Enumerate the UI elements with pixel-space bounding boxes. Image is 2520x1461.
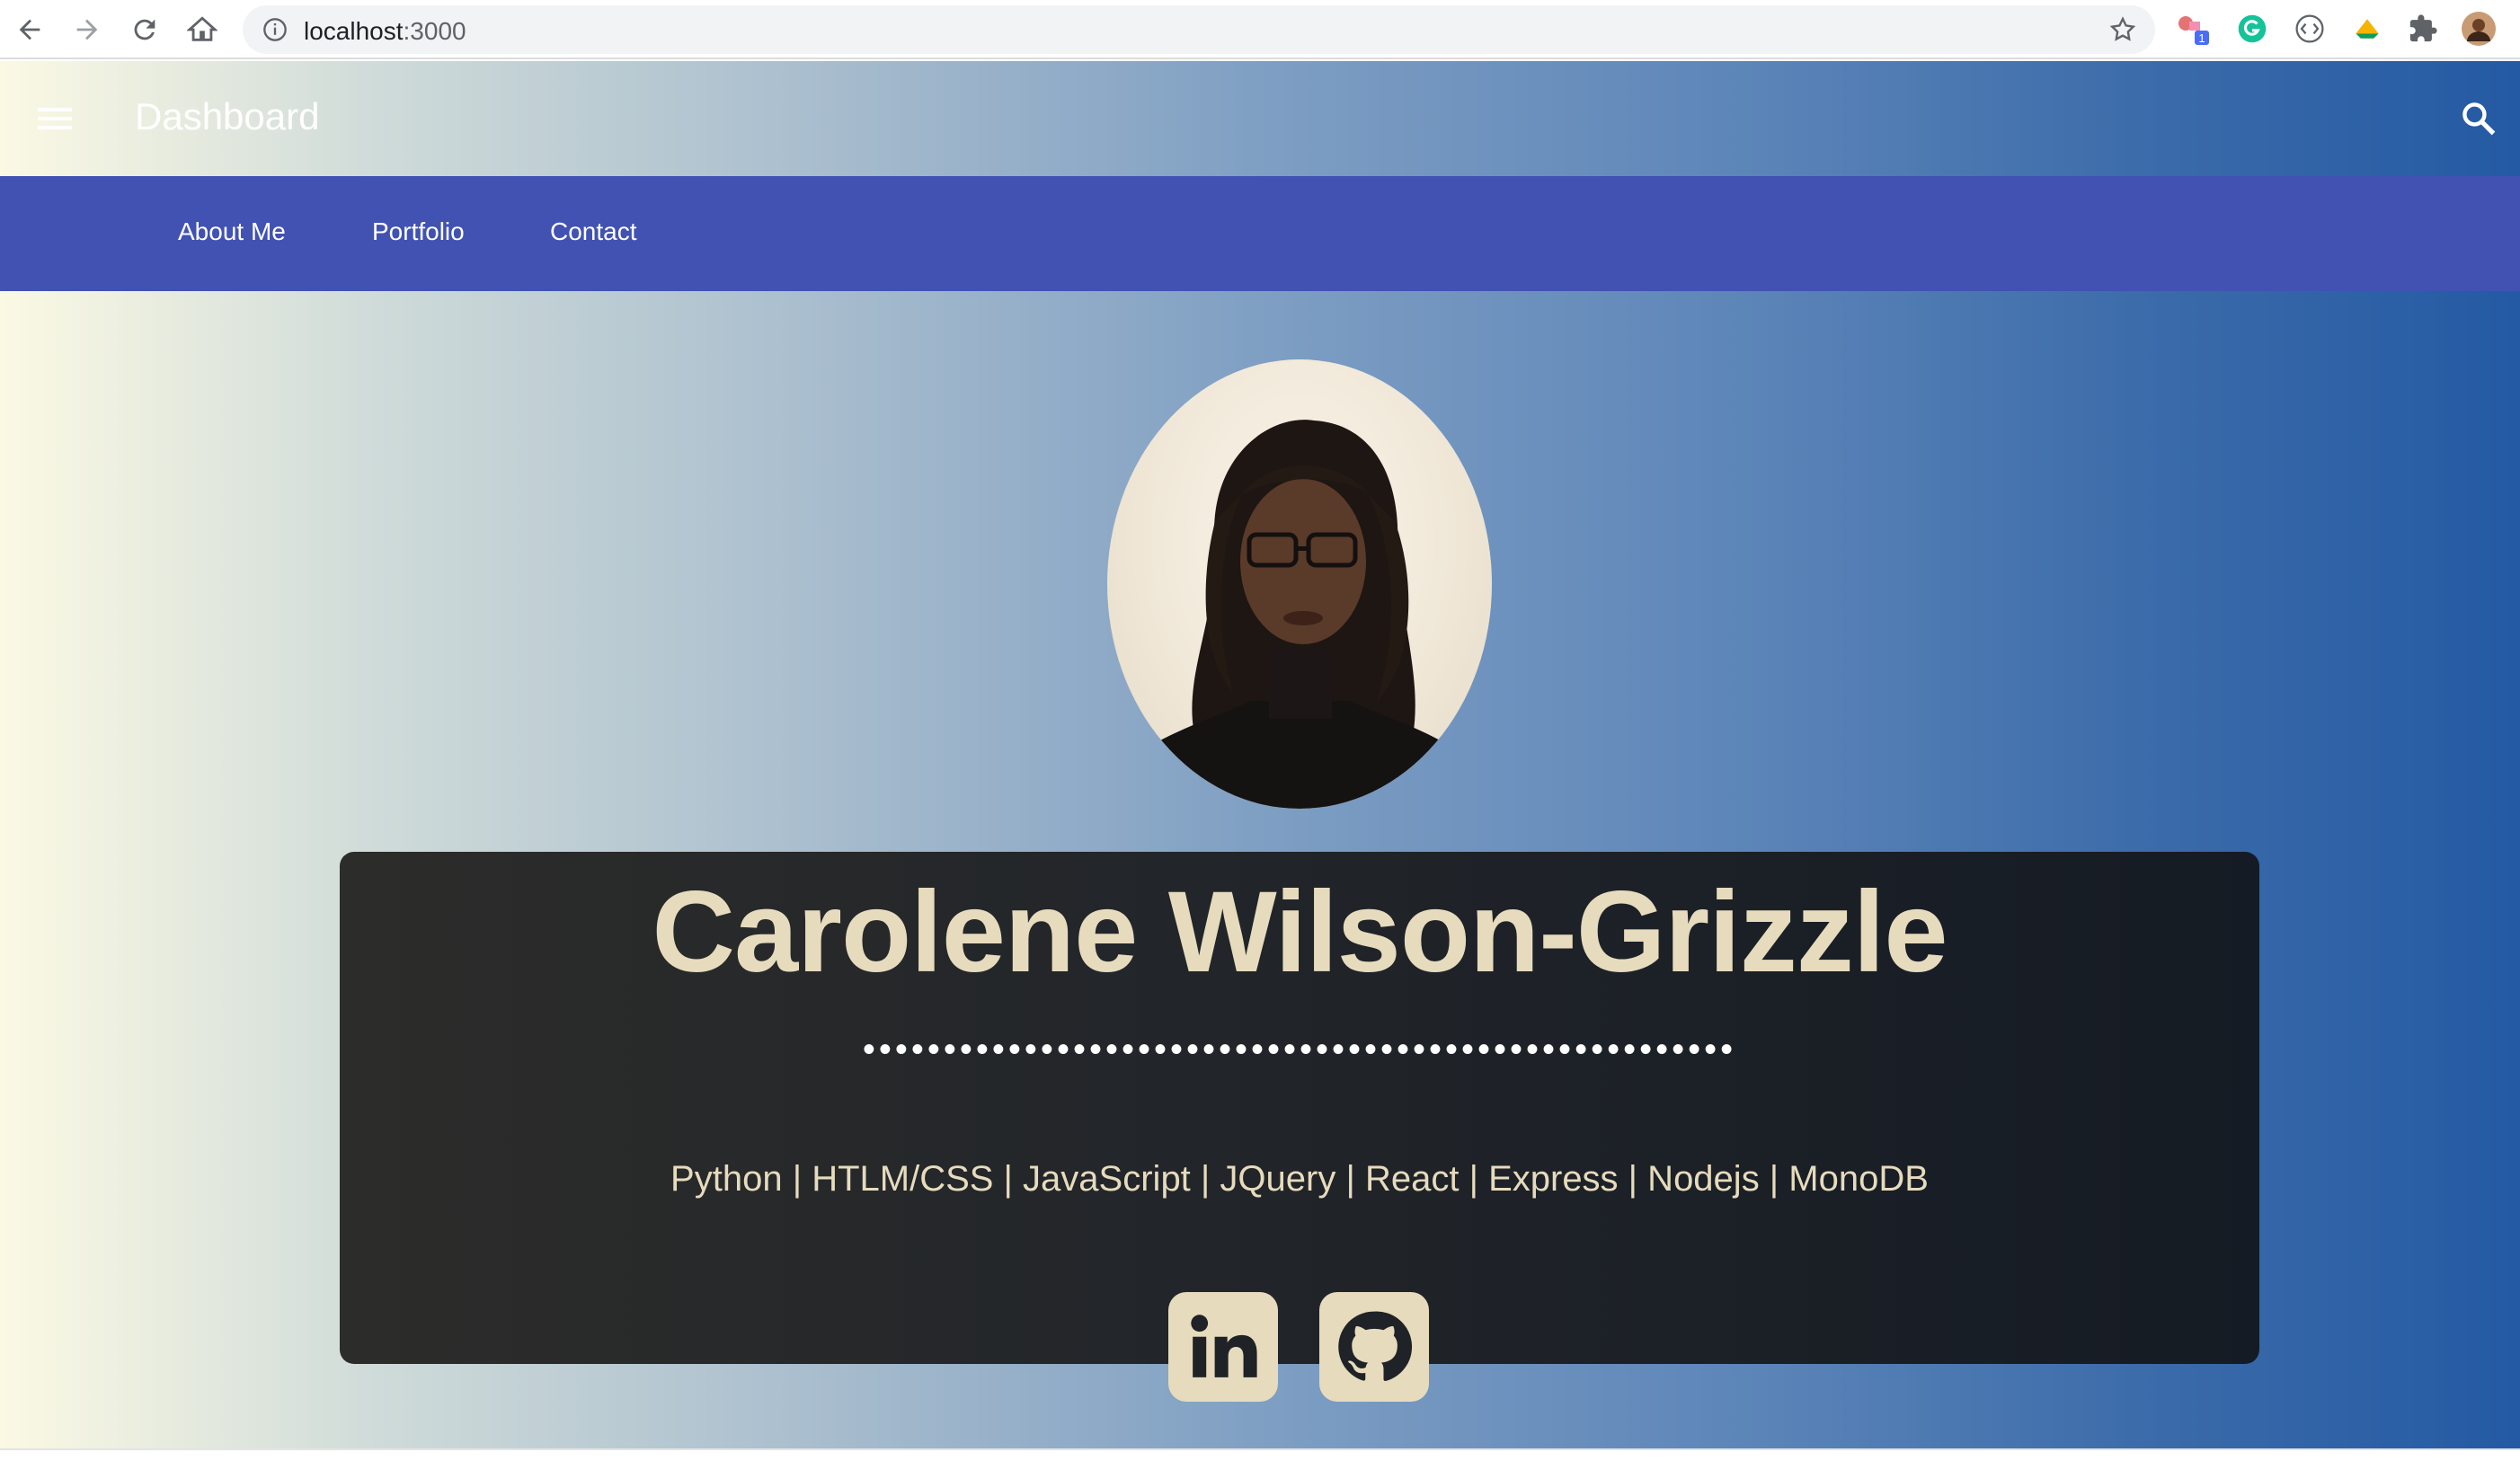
code-brackets-icon	[2295, 14, 2324, 43]
puzzle-piece-icon	[2409, 14, 2437, 42]
reload-button[interactable]	[124, 9, 165, 50]
extension-button-3[interactable]	[2292, 11, 2328, 47]
github-icon	[1338, 1311, 1413, 1381]
nav-tabs: About Me Portfolio Contact	[0, 176, 2520, 291]
extension-button-1[interactable]: 1	[2175, 11, 2211, 47]
extensions-menu-button[interactable]	[2405, 11, 2441, 47]
profile-photo-illustration	[1107, 420, 1492, 809]
url-text[interactable]: localhost:3000	[304, 17, 466, 46]
dotted-divider: ••••••••••••••••••••••••••••••••••••••••…	[862, 1030, 1737, 1069]
tab-contact[interactable]: Contact	[550, 217, 637, 246]
menu-icon[interactable]	[34, 101, 75, 137]
url-port: :3000	[403, 17, 466, 45]
back-button[interactable]	[9, 9, 50, 50]
profile-photo	[1107, 359, 1492, 809]
forward-button[interactable]	[67, 9, 108, 50]
search-icon[interactable]	[2459, 99, 2498, 138]
extension-shapes-icon: 1	[2178, 16, 2209, 45]
info-icon[interactable]	[262, 17, 288, 42]
url-host: localhost	[304, 17, 404, 45]
extension-button-2[interactable]	[2234, 11, 2270, 47]
page-bottom-strip	[0, 1448, 2520, 1461]
forward-arrow-icon	[76, 19, 98, 40]
github-link[interactable]	[1319, 1292, 1429, 1402]
drive-icon	[2356, 19, 2379, 39]
browser-toolbar: localhost:3000 1	[0, 0, 2520, 59]
app-title: Dashboard	[135, 95, 320, 137]
extension-button-4[interactable]	[2349, 11, 2385, 47]
back-arrow-icon	[19, 19, 40, 40]
tab-portfolio[interactable]: Portfolio	[372, 217, 465, 246]
linkedin-link[interactable]	[1168, 1292, 1278, 1402]
profile-card: Carolene Wilson-Grizzle ••••••••••••••••…	[340, 852, 2259, 1402]
page-content: Dashboard About Me Portfolio Contact Car…	[0, 61, 2520, 1448]
home-button[interactable]	[182, 9, 223, 50]
address-bar[interactable]: localhost:3000	[243, 5, 2155, 54]
grammarly-icon	[2238, 14, 2267, 43]
bookmark-star-icon[interactable]	[2108, 15, 2137, 44]
app-bar: Dashboard	[0, 61, 2520, 176]
profile-avatar-icon	[2462, 12, 2496, 46]
profile-avatar-button[interactable]	[2461, 11, 2497, 47]
reload-icon	[134, 19, 155, 40]
linkedin-icon	[1191, 1315, 1257, 1377]
extension-badge: 1	[2198, 31, 2205, 45]
tab-about-me[interactable]: About Me	[178, 217, 286, 246]
skills-list: Python | HTLM/CSS | JavaScript | JQuery …	[670, 1159, 1929, 1199]
home-icon	[187, 16, 217, 41]
profile-name: Carolene Wilson-Grizzle	[652, 868, 1948, 996]
